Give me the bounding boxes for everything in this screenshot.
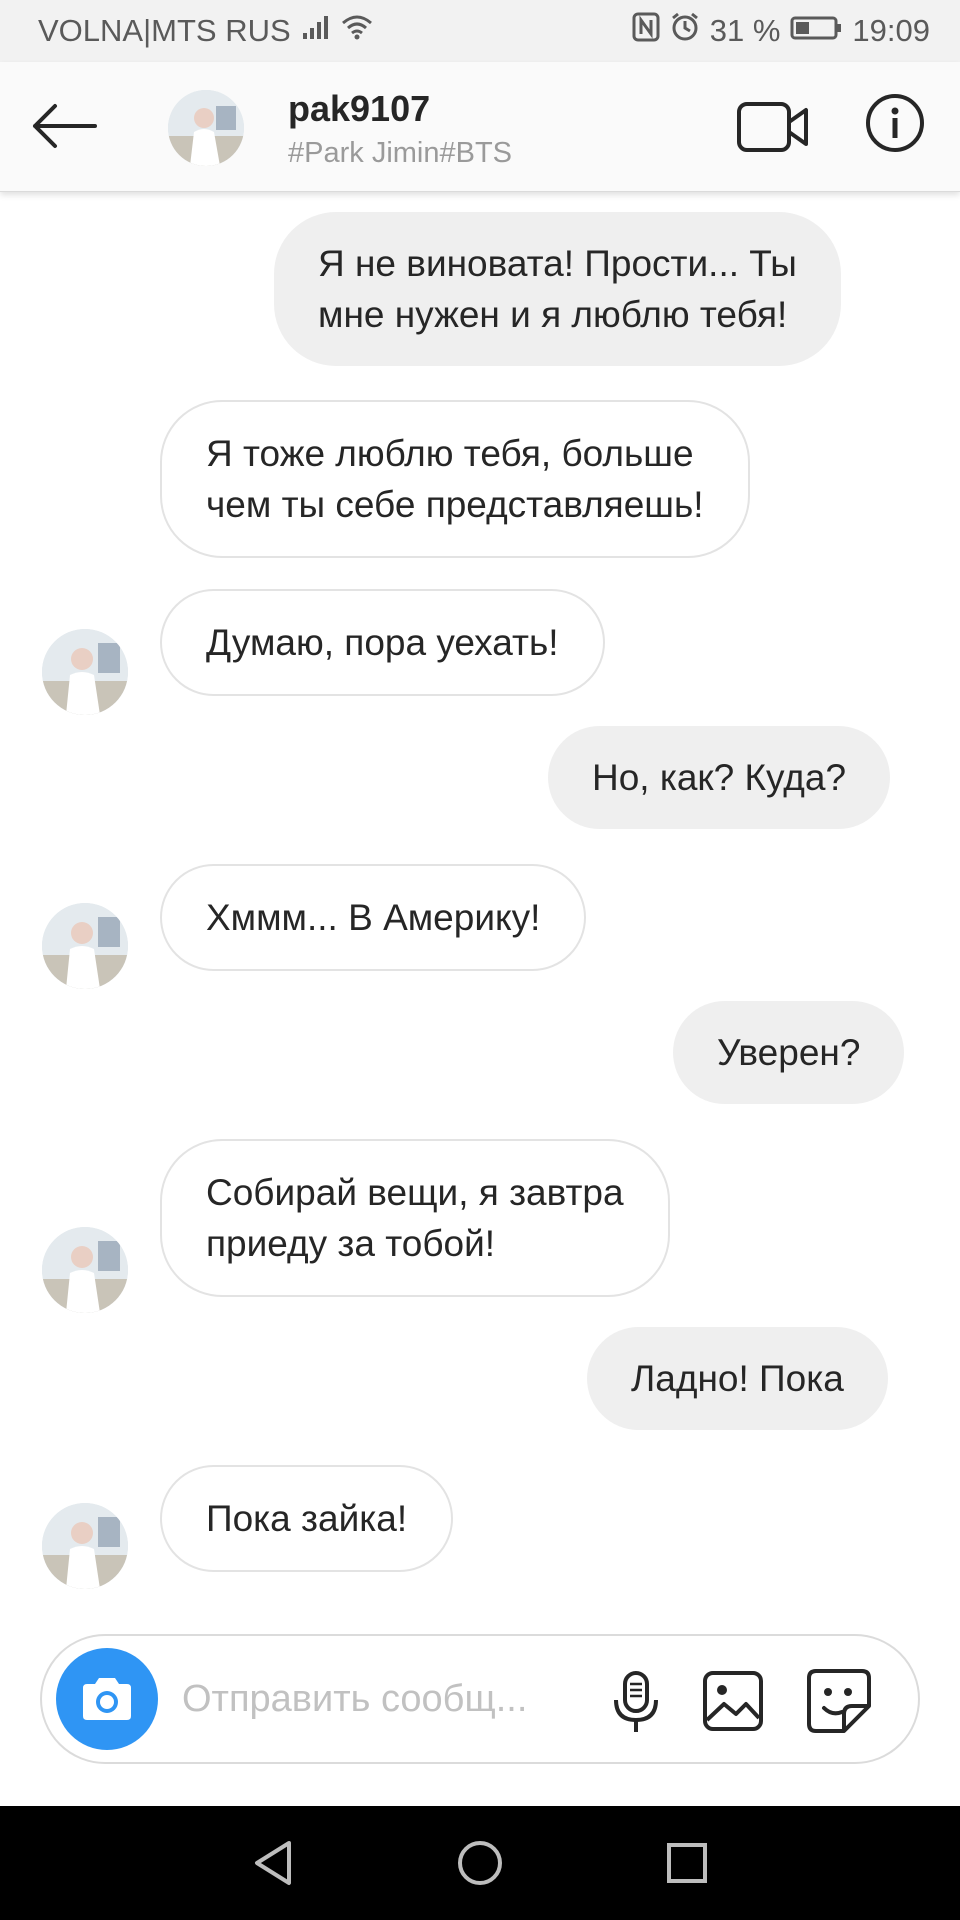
camera-icon: [83, 1678, 131, 1720]
header-username[interactable]: pak9107: [288, 88, 430, 130]
message-bubble-incoming[interactable]: Я тоже люблю тебя, больше чем ты себе пре…: [160, 400, 750, 558]
nav-recents-button[interactable]: [657, 1833, 717, 1893]
battery-percent: 31 %: [709, 13, 781, 48]
gallery-button[interactable]: [702, 1670, 764, 1732]
nav-recents-icon: [666, 1843, 707, 1883]
status-bar: VOLNA|MTS RUS 31 % 19:09: [0, 0, 960, 62]
info-button[interactable]: [864, 92, 926, 154]
message-bubble-outgoing[interactable]: Ладно! Пока: [587, 1327, 888, 1430]
avatar[interactable]: [42, 629, 128, 715]
alarm-icon: [670, 12, 700, 50]
microphone-icon: [614, 1671, 658, 1732]
camera-button[interactable]: [56, 1648, 158, 1750]
message-bubble-outgoing[interactable]: Я не виновата! Прости... Ты мне нужен и я…: [274, 212, 841, 366]
carrier-name: VOLNA|MTS RUS: [38, 13, 291, 48]
header-subtitle: #Park Jimin#BTS: [288, 137, 513, 169]
nav-home-icon: [457, 1841, 502, 1885]
message-list[interactable]: Я не виновата! Прости... Ты мне нужен и я…: [0, 132, 960, 1612]
header-avatar[interactable]: [168, 90, 244, 166]
nfc-icon: [632, 12, 660, 50]
message-bubble-outgoing[interactable]: Но, как? Куда?: [548, 726, 891, 829]
message-bubble-incoming[interactable]: Хммм... В Америку!: [160, 864, 587, 971]
wifi-icon: [341, 13, 373, 49]
gallery-icon: [703, 1671, 763, 1731]
message-input[interactable]: [182, 1666, 602, 1732]
info-icon: [866, 94, 924, 152]
video-call-icon: [737, 102, 808, 152]
sticker-button[interactable]: [806, 1668, 872, 1734]
status-left: VOLNA|MTS RUS: [38, 13, 373, 49]
back-arrow-icon: [33, 104, 97, 148]
message-composer: [40, 1634, 920, 1764]
nav-back-button[interactable]: [243, 1833, 303, 1893]
message-bubble-outgoing[interactable]: Уверен?: [673, 1001, 905, 1104]
message-bubble-incoming[interactable]: Пока зайка!: [160, 1465, 454, 1572]
microphone-button[interactable]: [606, 1670, 666, 1734]
avatar[interactable]: [42, 1227, 128, 1313]
chat-header: pak9107 #Park Jimin#BTS: [0, 62, 960, 192]
clock: 19:09: [852, 13, 930, 48]
nav-back-icon: [255, 1841, 292, 1885]
message-bubble-incoming[interactable]: Думаю, пора уехать!: [160, 589, 605, 696]
video-call-button[interactable]: [736, 98, 810, 158]
status-right: 31 % 19:09: [632, 12, 930, 50]
back-button[interactable]: [28, 90, 100, 162]
system-nav-bar: [0, 1806, 960, 1920]
message-bubble-incoming[interactable]: Собирай вещи, я завтра приеду за тобой!: [160, 1139, 670, 1297]
signal-icon: [301, 13, 331, 49]
avatar[interactable]: [42, 1503, 128, 1589]
battery-icon: [790, 13, 842, 49]
avatar[interactable]: [42, 903, 128, 989]
nav-home-button[interactable]: [450, 1833, 510, 1893]
sticker-icon: [807, 1669, 871, 1733]
